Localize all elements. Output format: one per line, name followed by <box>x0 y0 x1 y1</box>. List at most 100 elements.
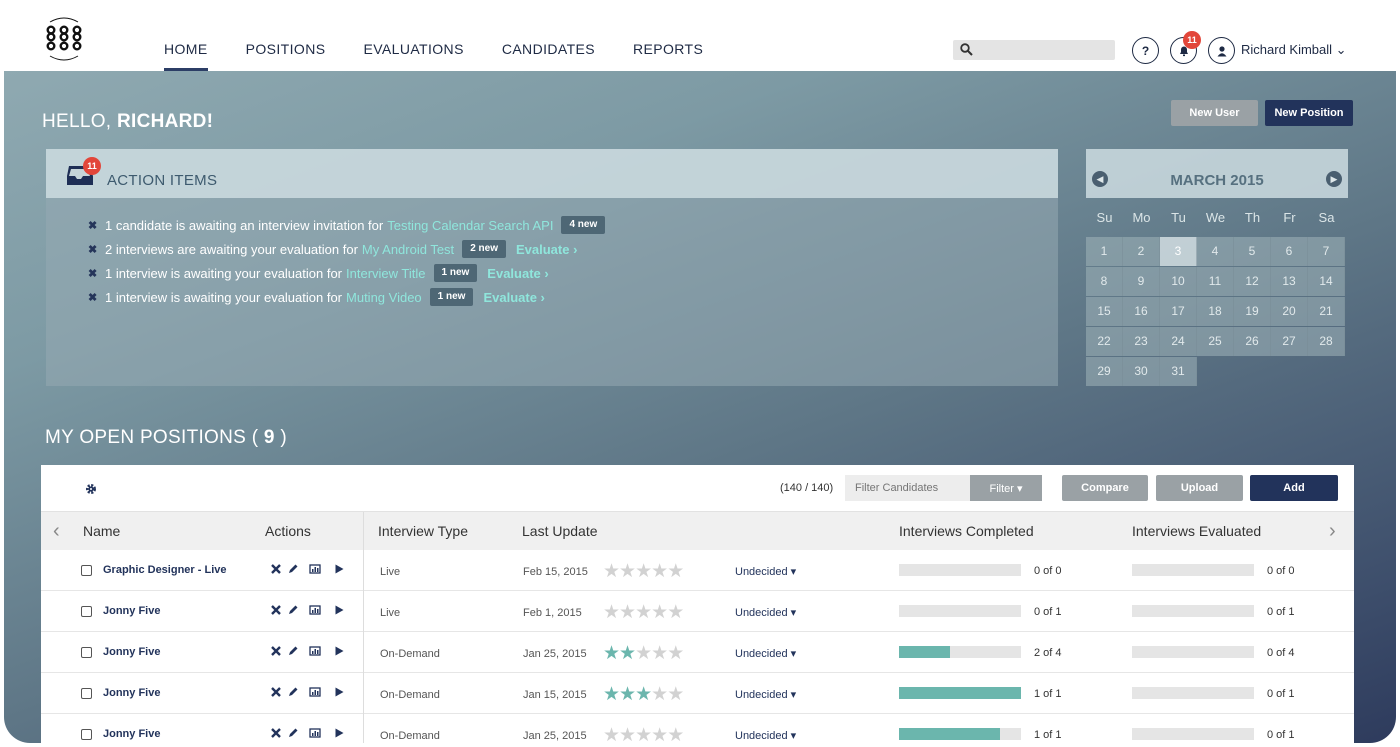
column-header-last-update[interactable]: Last Update <box>522 523 598 539</box>
action-item-link[interactable]: My Android Test <box>362 242 454 257</box>
star-icon[interactable]: ★ <box>667 602 684 623</box>
star-icon[interactable]: ★ <box>635 561 652 582</box>
star-icon[interactable]: ★ <box>651 602 668 623</box>
calendar-day[interactable]: 1 <box>1086 237 1123 266</box>
calendar-day[interactable]: 30 <box>1123 357 1160 386</box>
edit-icon[interactable] <box>287 645 299 657</box>
calendar-day[interactable]: 21 <box>1308 297 1345 326</box>
star-icon[interactable]: ★ <box>651 725 668 743</box>
calendar-day[interactable]: 11 <box>1197 267 1234 296</box>
evaluate-link[interactable]: Evaluate › <box>487 266 548 281</box>
help-button[interactable]: ? <box>1132 37 1159 64</box>
star-icon[interactable]: ★ <box>603 684 620 705</box>
star-rating[interactable]: ★★★★★ <box>603 560 684 583</box>
action-item-link[interactable]: Interview Title <box>346 266 425 281</box>
edit-icon[interactable] <box>287 727 299 739</box>
calendar-day[interactable]: 4 <box>1197 237 1234 266</box>
action-item-link[interactable]: Muting Video <box>346 290 422 305</box>
star-icon[interactable]: ★ <box>619 725 636 743</box>
filter-dropdown-button[interactable]: Filter ▾ <box>970 475 1042 501</box>
star-icon[interactable]: ★ <box>651 561 668 582</box>
calendar-day[interactable]: 5 <box>1234 237 1271 266</box>
calendar-day[interactable]: 16 <box>1123 297 1160 326</box>
star-icon[interactable]: ★ <box>635 725 652 743</box>
calendar-day[interactable]: 3 <box>1160 237 1197 266</box>
star-icon[interactable]: ★ <box>619 602 636 623</box>
calendar-day[interactable]: 22 <box>1086 327 1123 356</box>
compare-button[interactable]: Compare <box>1062 475 1148 501</box>
calendar-next-button[interactable]: ▶ <box>1326 171 1342 187</box>
delete-icon[interactable] <box>270 727 282 739</box>
calendar-day[interactable]: 14 <box>1308 267 1345 296</box>
report-icon[interactable] <box>309 645 321 657</box>
calendar-day[interactable]: 20 <box>1271 297 1308 326</box>
star-icon[interactable]: ★ <box>619 561 636 582</box>
star-icon[interactable]: ★ <box>635 684 652 705</box>
decision-dropdown[interactable]: Undecided ▾ <box>735 565 796 578</box>
row-checkbox[interactable] <box>81 688 92 699</box>
dismiss-icon[interactable]: ✖ <box>88 219 98 232</box>
user-menu[interactable]: Richard Kimball ⌄ <box>1241 42 1347 58</box>
calendar-day[interactable]: 10 <box>1160 267 1197 296</box>
star-icon[interactable]: ★ <box>667 561 684 582</box>
calendar-day[interactable]: 7 <box>1308 237 1345 266</box>
calendar-day[interactable]: 12 <box>1234 267 1271 296</box>
edit-icon[interactable] <box>287 604 299 616</box>
star-icon[interactable]: ★ <box>667 725 684 743</box>
calendar-day[interactable]: 13 <box>1271 267 1308 296</box>
star-icon[interactable]: ★ <box>619 684 636 705</box>
play-icon[interactable] <box>333 727 345 739</box>
row-checkbox[interactable] <box>81 647 92 658</box>
report-icon[interactable] <box>309 563 321 575</box>
star-icon[interactable]: ★ <box>651 643 668 664</box>
column-header-name[interactable]: Name <box>83 523 120 539</box>
calendar-day[interactable]: 6 <box>1271 237 1308 266</box>
search-box[interactable] <box>953 40 1115 60</box>
play-icon[interactable] <box>333 686 345 698</box>
play-icon[interactable] <box>333 563 345 575</box>
action-item-link[interactable]: Testing Calendar Search API <box>387 218 553 233</box>
decision-dropdown[interactable]: Undecided ▾ <box>735 688 796 701</box>
avatar[interactable] <box>1208 37 1235 64</box>
dismiss-icon[interactable]: ✖ <box>88 291 98 304</box>
star-icon[interactable]: ★ <box>667 684 684 705</box>
new-position-button[interactable]: New Position <box>1265 100 1353 126</box>
delete-icon[interactable] <box>270 604 282 616</box>
calendar-day[interactable]: 17 <box>1160 297 1197 326</box>
row-checkbox[interactable] <box>81 565 92 576</box>
calendar-day[interactable]: 24 <box>1160 327 1197 356</box>
calendar-day[interactable]: 8 <box>1086 267 1123 296</box>
calendar-day[interactable]: 19 <box>1234 297 1271 326</box>
delete-icon[interactable] <box>270 645 282 657</box>
dismiss-icon[interactable]: ✖ <box>88 243 98 256</box>
report-icon[interactable] <box>309 686 321 698</box>
calendar-day[interactable]: 9 <box>1123 267 1160 296</box>
edit-icon[interactable] <box>287 686 299 698</box>
scroll-left-icon[interactable]: ‹ <box>53 520 60 543</box>
delete-icon[interactable] <box>270 563 282 575</box>
filter-candidates-input[interactable] <box>845 475 970 501</box>
star-icon[interactable]: ★ <box>667 643 684 664</box>
position-name[interactable]: Graphic Designer - Live <box>103 564 226 576</box>
column-header-interviews-evaluated[interactable]: Interviews Evaluated <box>1132 523 1261 539</box>
position-name[interactable]: Jonny Five <box>103 728 160 740</box>
evaluate-link[interactable]: Evaluate › <box>516 242 577 257</box>
calendar-day[interactable]: 28 <box>1308 327 1345 356</box>
new-user-button[interactable]: New User <box>1171 100 1258 126</box>
nav-item-candidates[interactable]: CANDIDATES <box>502 4 595 71</box>
star-rating[interactable]: ★★★★★ <box>603 683 684 706</box>
nav-item-positions[interactable]: POSITIONS <box>246 4 326 71</box>
calendar-day[interactable]: 31 <box>1160 357 1197 386</box>
row-checkbox[interactable] <box>81 729 92 740</box>
delete-icon[interactable] <box>270 686 282 698</box>
play-icon[interactable] <box>333 604 345 616</box>
calendar-day[interactable]: 2 <box>1123 237 1160 266</box>
star-icon[interactable]: ★ <box>651 684 668 705</box>
dismiss-icon[interactable]: ✖ <box>88 267 98 280</box>
star-rating[interactable]: ★★★★★ <box>603 724 684 743</box>
upload-button[interactable]: Upload <box>1156 475 1243 501</box>
star-icon[interactable]: ★ <box>603 725 620 743</box>
star-icon[interactable]: ★ <box>635 643 652 664</box>
position-name[interactable]: Jonny Five <box>103 605 160 617</box>
column-header-interview-type[interactable]: Interview Type <box>378 523 468 539</box>
